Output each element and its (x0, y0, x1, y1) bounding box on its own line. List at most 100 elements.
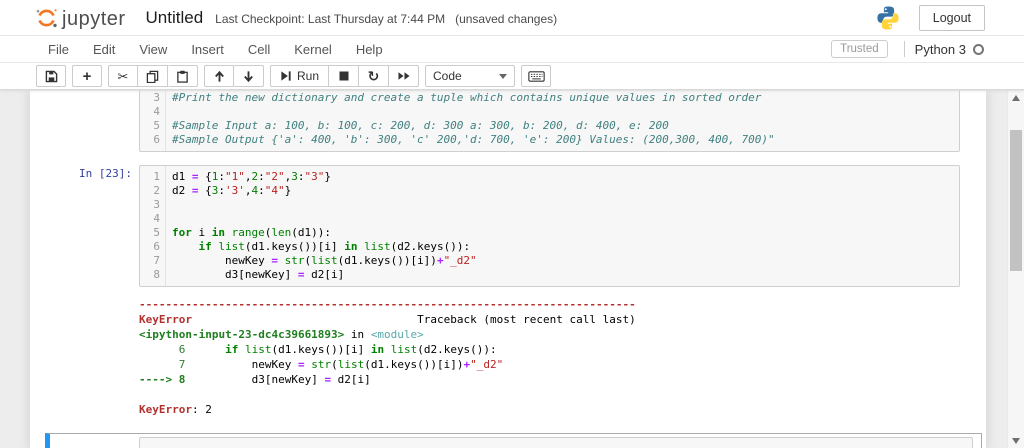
line-number: 3 (153, 198, 160, 211)
arrow-down-icon (242, 70, 255, 83)
jupyter-logo[interactable]: jupyter (35, 6, 126, 30)
line-number: 1 (153, 170, 160, 183)
line-number: 8 (153, 268, 160, 281)
menu-item-kernel[interactable]: Kernel (282, 37, 344, 62)
cell-type-selected-label: Code (433, 69, 462, 83)
vertical-scrollbar[interactable] (1007, 91, 1024, 448)
chevron-down-icon (499, 73, 508, 79)
code-line: for i in range(len(d1)): (172, 226, 331, 239)
code-cell-input[interactable] (139, 437, 973, 448)
run-button[interactable]: Run (270, 65, 330, 87)
code-line: 7 newKey = str(list(d1.keys())[i])+"_d2" (139, 358, 504, 371)
jupyter-logo-text: jupyter (62, 7, 126, 30)
code-line: #Sample Output {'a': 400, 'b': 300, 'c' … (172, 133, 775, 146)
code-cell-input[interactable]: 12345678 d1 = {1:"1",2:"2",3:"3"} d2 = {3… (139, 165, 960, 287)
line-number: 7 (153, 254, 160, 267)
code-line: newKey = str(list(d1.keys())[i])+"_d2" (172, 254, 477, 267)
code-line: KeyError Traceback (most recent call las… (139, 313, 636, 326)
move-cell-up-button[interactable] (204, 65, 234, 87)
menu-item-help[interactable]: Help (344, 37, 395, 62)
code-line: if list(d1.keys())[i] in list(d2.keys())… (198, 240, 471, 253)
menubar-divider (903, 41, 905, 57)
code-editor[interactable]: #Print the new dictionary and create a t… (166, 91, 959, 151)
notebook-scroll-area[interactable]: 3456 #Print the new dictionary and creat… (0, 91, 1024, 448)
save-icon (45, 70, 58, 83)
menu-item-insert[interactable]: Insert (179, 37, 236, 62)
code-line: KeyError: 2 (139, 403, 212, 416)
code-line: #Sample Input a: 100, b: 100, c: 200, d:… (172, 119, 669, 132)
line-number: 5 (153, 226, 160, 239)
kernel-name[interactable]: Python 3 (915, 42, 966, 57)
menubar: File Edit View Insert Cell Kernel Help Trusted… (0, 35, 1024, 63)
move-cell-down-button[interactable] (234, 65, 264, 87)
jupyter-notebook-app: jupyter Untitled Last Checkpoint: Last T… (0, 0, 1024, 448)
code-line: ----------------------------------------… (139, 298, 636, 311)
code-line: d3[newKey] = d2[i] (172, 268, 345, 281)
scrollbar-down-arrow-icon[interactable] (1012, 438, 1020, 444)
line-number: 5 (153, 119, 160, 132)
arrow-up-icon (213, 70, 226, 83)
line-number-gutter: 3456 (140, 91, 166, 151)
restart-run-all-button[interactable] (389, 65, 420, 87)
input-prompt: In [23]: (79, 167, 132, 180)
cell-type-select[interactable]: Code (425, 65, 516, 87)
code-line: ----> 8 d3[newKey] = d2[i] (139, 373, 371, 386)
menu-items: File Edit View Insert Cell Kernel Help (36, 37, 395, 62)
cut-cell-button[interactable]: ✂ (108, 65, 138, 87)
line-number: 6 (153, 133, 160, 146)
logout-button[interactable]: Logout (918, 4, 985, 31)
copy-cell-button[interactable] (138, 65, 168, 87)
code-line: 6 if list(d1.keys())[i] in list(d2.keys(… (139, 343, 497, 356)
menu-item-view[interactable]: View (127, 37, 179, 62)
step-forward-icon (280, 70, 292, 82)
header-top-row: jupyter Untitled Last Checkpoint: Last T… (0, 0, 1024, 35)
keyboard-icon (527, 70, 545, 83)
restart-kernel-button[interactable]: ↻ (359, 65, 390, 87)
menu-item-cell[interactable]: Cell (236, 37, 282, 62)
plus-icon: + (82, 67, 92, 85)
code-cell-above-input[interactable]: 3456 #Print the new dictionary and creat… (139, 91, 960, 152)
notebook-title[interactable]: Untitled (146, 8, 204, 28)
selected-cell[interactable] (45, 433, 982, 448)
fast-forward-icon (397, 70, 411, 82)
command-palette-button[interactable] (521, 65, 552, 87)
trusted-badge[interactable]: Trusted (831, 40, 888, 58)
line-number-gutter: 12345678 (140, 166, 166, 286)
code-line: #Print the new dictionary and create a t… (172, 91, 762, 104)
header: jupyter Untitled Last Checkpoint: Last T… (0, 0, 1024, 90)
error-traceback-output: ----------------------------------------… (139, 297, 979, 417)
toolbar: + ✂ Run ↻ Code (0, 63, 1024, 89)
notebook-container: 3456 #Print the new dictionary and creat… (30, 91, 986, 448)
menu-item-edit[interactable]: Edit (81, 37, 127, 62)
paste-cell-button[interactable] (168, 65, 198, 87)
checkpoint-status: Last Checkpoint: Last Thursday at 7:44 P… (215, 12, 446, 26)
line-number: 3 (153, 91, 160, 104)
line-number: 4 (153, 212, 160, 225)
run-button-label: Run (297, 69, 320, 83)
line-number: 2 (153, 184, 160, 197)
save-button[interactable] (36, 65, 66, 87)
scrollbar-up-arrow-icon[interactable] (1012, 95, 1020, 101)
code-editor[interactable]: d1 = {1:"1",2:"2",3:"3"} d2 = {3:'3',4:"4… (166, 166, 959, 286)
line-number: 4 (153, 105, 160, 118)
jupyter-logo-icon (35, 6, 58, 30)
kernel-idle-icon (973, 43, 984, 55)
restart-icon: ↻ (367, 68, 380, 84)
line-number: 6 (153, 240, 160, 253)
menu-item-file[interactable]: File (36, 37, 81, 62)
code-line: d2 = {3:'3',4:"4"} (172, 184, 292, 197)
interrupt-kernel-button[interactable] (329, 65, 360, 87)
autosave-status: (unsaved changes) (455, 12, 558, 26)
copy-icon (146, 70, 159, 83)
header-right: Logout (875, 4, 985, 31)
stop-icon (339, 71, 349, 81)
code-line: d1 = {1:"1",2:"2",3:"3"} (172, 170, 331, 183)
python-logo-icon (875, 5, 901, 31)
scrollbar-thumb[interactable] (1010, 130, 1022, 271)
insert-cell-below-button[interactable]: + (72, 65, 102, 87)
menubar-right: Trusted Python 3 (831, 40, 984, 58)
